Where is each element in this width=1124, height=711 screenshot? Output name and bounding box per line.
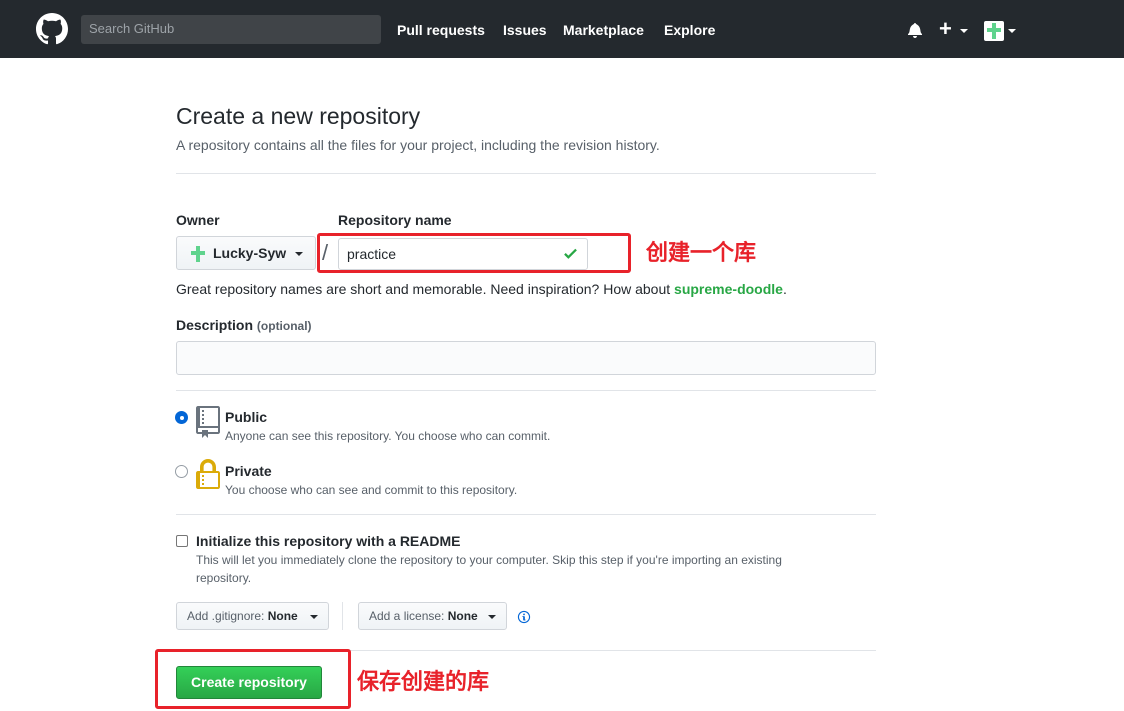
github-logo-icon[interactable]	[36, 13, 68, 45]
chevron-down-icon	[295, 252, 303, 256]
private-radio[interactable]	[175, 465, 188, 478]
license-value: None	[447, 609, 478, 623]
optional-tag: (optional)	[256, 319, 312, 333]
public-title: Public	[225, 409, 268, 425]
readme-checkbox[interactable]	[176, 535, 188, 547]
readme-desc-cont: repository.	[196, 571, 252, 585]
owner-label: Owner	[176, 212, 220, 228]
hint-text: Great repository names are short and mem…	[176, 281, 675, 297]
private-title: Private	[225, 463, 272, 479]
chevron-down-icon[interactable]	[960, 29, 968, 33]
identicon-icon	[987, 23, 1001, 39]
repo-book-icon	[196, 406, 220, 438]
nav-issues[interactable]: Issues	[503, 22, 547, 38]
license-select[interactable]: Add a license: None	[358, 602, 507, 630]
name-suggestion-link[interactable]: supreme-doodle	[674, 281, 783, 297]
top-navbar: Search GitHub Pull requests Issues Marke…	[0, 0, 1124, 58]
readme-desc: This will let you immediately clone the …	[196, 553, 782, 567]
divider	[176, 173, 876, 174]
annotation-repo-note: 创建一个库	[646, 241, 757, 266]
divider	[176, 514, 876, 515]
license-label: Add a license:	[369, 609, 445, 623]
description-input[interactable]	[176, 341, 876, 375]
repo-name-label: Repository name	[338, 212, 452, 228]
private-desc: You choose who can see and commit to thi…	[225, 483, 518, 497]
annotation-submit-note: 保存创建的库	[357, 670, 490, 695]
repo-name-hint: Great repository names are short and mem…	[176, 281, 787, 297]
gitignore-value: None	[267, 609, 298, 623]
search-input[interactable]: Search GitHub	[81, 15, 381, 44]
public-desc: Anyone can see this repository. You choo…	[225, 429, 551, 443]
info-icon[interactable]	[517, 610, 531, 624]
plus-icon[interactable]: +	[939, 17, 952, 41]
public-radio[interactable]	[175, 411, 188, 424]
page-title: Create a new repository	[176, 103, 421, 129]
gitignore-label: Add .gitignore:	[187, 609, 265, 623]
page-subtitle: A repository contains all the files for …	[176, 137, 660, 153]
lock-icon	[196, 459, 220, 489]
nav-explore[interactable]: Explore	[664, 22, 715, 38]
annotation-box-repo-name	[317, 233, 631, 273]
description-label-text: Description	[176, 317, 254, 333]
annotation-box-submit	[155, 649, 351, 709]
chevron-down-icon	[488, 615, 496, 619]
chevron-down-icon[interactable]	[1008, 29, 1016, 33]
nav-pull-requests[interactable]: Pull requests	[397, 22, 485, 38]
bell-icon[interactable]	[907, 22, 923, 38]
hint-suffix: .	[782, 281, 787, 297]
avatar[interactable]	[984, 21, 1004, 41]
divider	[342, 602, 343, 630]
readme-title: Initialize this repository with a README	[196, 533, 461, 549]
owner-select[interactable]: Lucky-Syw	[176, 236, 316, 270]
identicon-icon	[191, 246, 205, 262]
nav-marketplace[interactable]: Marketplace	[563, 22, 644, 38]
divider	[176, 390, 876, 391]
description-label: Description (optional)	[176, 317, 312, 333]
owner-value: Lucky-Syw	[213, 245, 287, 261]
gitignore-select[interactable]: Add .gitignore: None	[176, 602, 329, 630]
chevron-down-icon	[310, 615, 318, 619]
